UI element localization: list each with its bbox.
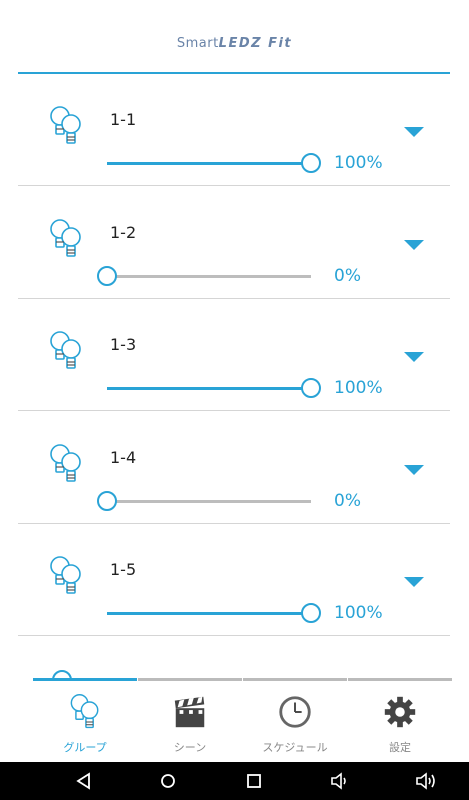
brightness-percent: 100% [334,378,383,398]
bulbs-icon [50,218,81,257]
logo-prefix: Smart [176,36,219,51]
group-name: 1-2 [110,222,137,242]
tab-label: シーン [173,741,207,754]
slider-fill [107,387,311,390]
list-item[interactable]: 1-4 0% [0,412,469,524]
slider-track [107,499,311,503]
tab-scene[interactable]: シーン [138,678,242,762]
group-name: 1-1 [110,110,137,129]
tab-schedule[interactable]: スケジュール [243,678,347,762]
slider-thumb[interactable] [301,153,321,173]
bulbs-icon [50,443,81,482]
slider-fill [107,612,311,615]
recents-icon[interactable] [242,770,266,792]
chevron-down-icon[interactable] [403,351,425,363]
slider-thumb[interactable] [301,603,321,623]
brightness-percent: 100% [334,603,383,623]
brightness-slider[interactable] [107,377,321,399]
tab-indicator [138,678,242,681]
group-name: 1-4 [110,447,137,467]
app-logo: SmartLEDZ Fit [0,36,469,51]
tab-indicator [33,678,137,681]
home-icon[interactable] [156,770,180,792]
group-name: 1-3 [110,335,137,354]
list-item[interactable]: 1-5 100% [0,524,469,636]
tab-settings[interactable]: 設定 [348,678,452,762]
brightness-percent: 0% [334,490,361,511]
brightness-slider[interactable] [97,490,311,512]
bottom-tab-bar: グループ シーン スケジュール 設定 [0,678,469,762]
chevron-down-icon[interactable] [403,239,425,251]
clock-icon [279,696,311,728]
chevron-down-icon[interactable] [403,576,425,588]
bulbs-icon [70,694,99,729]
tab-group[interactable]: グループ [33,678,137,762]
bulbs-icon [50,331,81,369]
slider-thumb[interactable] [301,378,321,398]
bulbs-icon [50,556,81,594]
list-item[interactable]: 1-2 0% [0,187,469,299]
gear-icon [384,696,416,728]
chevron-down-icon[interactable] [403,464,425,476]
brightness-percent: 100% [334,153,383,173]
brightness-slider[interactable] [97,265,311,287]
app-header: SmartLEDZ Fit [0,0,469,75]
group-name: 1-5 [110,560,137,579]
logo-brand: LEDZ Fit [218,36,293,51]
system-nav-bar [0,762,469,800]
bulbs-icon [50,106,81,144]
chevron-down-icon[interactable] [403,126,425,138]
tab-label: スケジュール [262,741,328,754]
volume-down-icon[interactable] [328,770,352,792]
brightness-slider[interactable] [107,602,321,624]
volume-up-icon[interactable] [414,770,438,792]
back-icon[interactable] [72,770,96,792]
tab-indicator [348,678,452,681]
slider-track [107,274,311,278]
tab-label: グループ [63,741,107,754]
tab-indicator [243,678,347,681]
tab-label: 設定 [389,741,411,754]
slider-thumb[interactable] [97,490,117,511]
group-list[interactable]: 1-1 100% 1-2 0% 1-3 100% 1-4 0% 1-5 100% - [0,74,469,678]
slider-thumb[interactable] [97,265,117,286]
brightness-slider[interactable] [107,152,321,174]
clapperboard-icon [174,696,205,728]
list-item-partial[interactable]: - [0,636,469,678]
list-item[interactable]: 1-1 100% [0,74,469,186]
list-item[interactable]: 1-3 100% [0,299,469,411]
brightness-percent: 0% [334,265,361,286]
slider-fill [107,162,311,165]
slider-thumb[interactable] [52,670,72,678]
